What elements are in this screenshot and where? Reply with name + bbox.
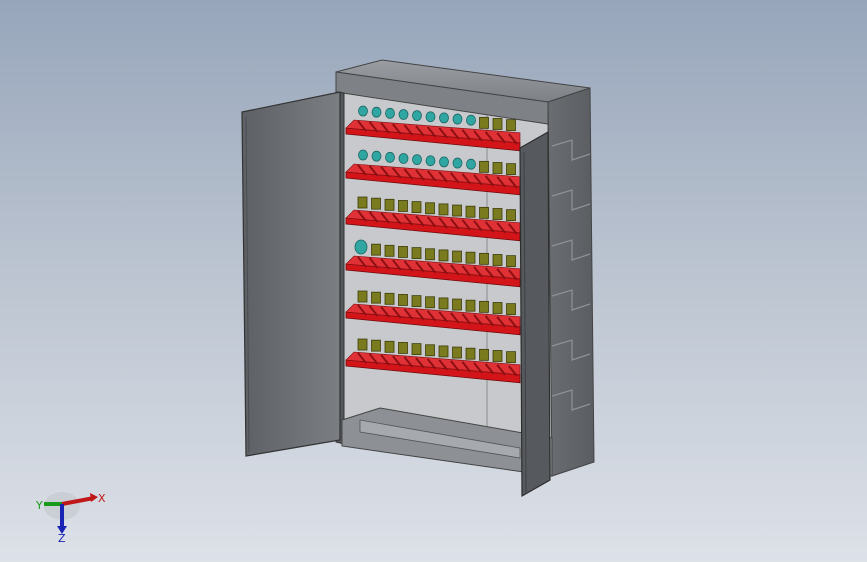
- tool-holder: [465, 299, 476, 312]
- tool-holder: [506, 255, 516, 268]
- tool-holder: [384, 244, 395, 257]
- tool-holder: [357, 290, 368, 303]
- tool-holder-cyan: [412, 154, 422, 166]
- cabinet-model[interactable]: [0, 0, 867, 562]
- tool-holder: [411, 201, 422, 214]
- tool-holder: [492, 162, 503, 174]
- tool-holder-cyan: [398, 153, 409, 164]
- tool-holder-cyan: [412, 110, 422, 122]
- tool-holder: [425, 296, 435, 309]
- tool-holder: [438, 249, 449, 262]
- tool-holder: [398, 294, 408, 306]
- tool-holder: [398, 200, 408, 212]
- tool-holder: [492, 350, 503, 362]
- tool-holder: [411, 343, 422, 356]
- tool-holder: [371, 291, 381, 304]
- tool-holder: [479, 252, 489, 265]
- tool-holder: [371, 339, 381, 352]
- cabinet-right-side: [547, 87, 595, 477]
- tool-holder-cyan: [385, 107, 395, 119]
- tool-holder: [452, 346, 462, 359]
- tool-holder: [506, 351, 516, 364]
- tool-holder: [452, 298, 462, 311]
- tool-holder: [438, 297, 449, 310]
- tool-holder: [357, 338, 368, 351]
- tool-holder: [398, 246, 408, 258]
- tool-holder: [425, 344, 435, 357]
- tool-holder: [492, 208, 503, 220]
- tool-holder: [411, 247, 422, 260]
- tool-holder: [384, 340, 395, 353]
- tool-holder: [506, 163, 516, 176]
- tool-holder: [506, 119, 516, 132]
- tool-holder-cyan: [452, 157, 463, 169]
- tool-holder-cyan: [466, 158, 476, 170]
- tool-holder-cyan: [371, 106, 382, 118]
- z-axis-label: Z: [58, 532, 66, 544]
- tool-holder: [438, 345, 449, 358]
- tool-holder: [506, 303, 516, 316]
- tool-holder-cyan: [466, 114, 476, 126]
- tool-holder: [384, 292, 395, 305]
- tool-holder: [425, 202, 435, 215]
- tool-holder-cyan: [385, 151, 395, 163]
- tool-holder-cyan: [425, 111, 436, 123]
- tool-holder-cyan: [425, 155, 436, 167]
- tool-holder: [452, 250, 462, 263]
- tool-holder: [465, 251, 476, 264]
- tool-holder: [452, 204, 462, 217]
- tool-holder: [384, 198, 395, 211]
- tool-holder-cyan: [371, 150, 382, 162]
- x-axis-label: X: [98, 492, 106, 505]
- tool-holder: [479, 160, 489, 173]
- tool-holder: [438, 203, 449, 216]
- tool-holder: [492, 118, 503, 130]
- y-axis-label: Y: [35, 499, 43, 512]
- tool-holder: [492, 254, 503, 266]
- left-door: [241, 91, 341, 457]
- tool-holder: [479, 300, 489, 313]
- tool-holder-cyan: [354, 239, 368, 255]
- tool-holder-cyan: [358, 149, 368, 161]
- tool-holder-cyan: [439, 156, 449, 168]
- tool-holder-cyan: [398, 109, 409, 120]
- tool-holder: [492, 302, 503, 314]
- tool-holder: [506, 209, 516, 222]
- tool-holder: [479, 116, 489, 129]
- tool-holder-cyan: [358, 105, 368, 117]
- tool-holder: [425, 248, 435, 261]
- coordinate-triad: X Y Z: [35, 492, 106, 544]
- x-axis-head: [90, 493, 98, 502]
- tool-holder: [398, 342, 408, 354]
- tool-holder-cyan: [452, 113, 463, 125]
- tool-holder: [465, 347, 476, 360]
- tool-holder: [479, 206, 489, 219]
- tool-holder: [465, 205, 476, 218]
- tool-holder: [411, 295, 422, 308]
- tool-holder: [371, 243, 381, 256]
- tool-holder-cyan: [439, 112, 449, 124]
- tool-holder: [371, 197, 381, 210]
- graphics-viewport[interactable]: X Y Z: [0, 0, 867, 562]
- tool-holder: [479, 348, 489, 361]
- tool-holder: [357, 196, 368, 209]
